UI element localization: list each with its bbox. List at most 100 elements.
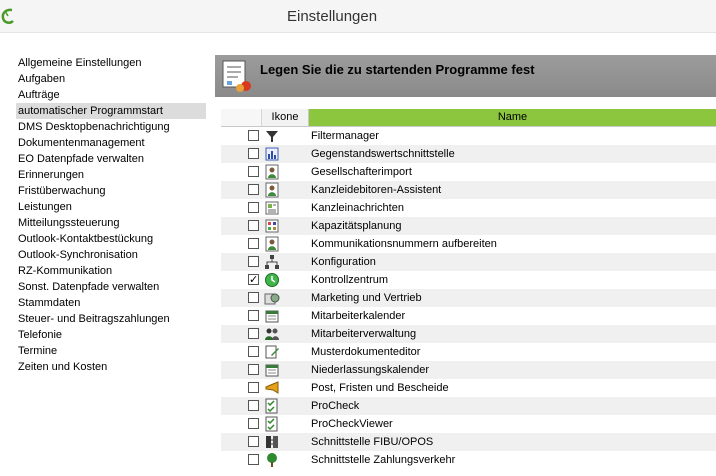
chart-icon bbox=[265, 147, 279, 161]
section-title: Legen Sie die zu startenden Programme fe… bbox=[260, 62, 535, 77]
table-row[interactable]: Mitarbeiterverwaltung bbox=[221, 325, 716, 343]
program-name: Kapazitätsplanung bbox=[311, 220, 402, 232]
autostart-checkbox[interactable] bbox=[248, 382, 259, 393]
people-icon bbox=[265, 328, 279, 340]
autostart-checkbox[interactable] bbox=[248, 364, 259, 375]
autostart-checkbox[interactable] bbox=[248, 436, 259, 447]
autostart-checkbox[interactable] bbox=[248, 310, 259, 321]
sidebar-item[interactable]: Termine bbox=[16, 343, 206, 359]
autostart-checkbox[interactable] bbox=[248, 292, 259, 303]
autostart-checkbox[interactable] bbox=[248, 220, 259, 231]
autostart-checkbox[interactable] bbox=[248, 346, 259, 357]
marketing-icon bbox=[264, 293, 280, 305]
sidebar-item[interactable]: Stammdaten bbox=[16, 295, 206, 311]
table-row[interactable]: Schnittstelle FIBU/OPOS bbox=[221, 433, 716, 451]
grid-body: Filtermanager Gegenstandswertschnittstell… bbox=[221, 127, 716, 469]
program-grid: Ikone Name Filtermanager Gegenstandswerts… bbox=[221, 109, 716, 469]
sidebar-item[interactable]: Aufgaben bbox=[16, 71, 206, 87]
checklist-icon bbox=[265, 398, 278, 414]
table-row[interactable]: Kanzleidebitoren-Assistent bbox=[221, 181, 716, 199]
table-row[interactable]: Niederlassungskalender bbox=[221, 361, 716, 379]
tree-icon bbox=[267, 453, 277, 467]
program-name: ProCheckViewer bbox=[311, 418, 393, 430]
autostart-checkbox[interactable] bbox=[248, 328, 259, 339]
table-row[interactable]: Kapazitätsplanung bbox=[221, 217, 716, 235]
funnel-icon bbox=[266, 131, 278, 142]
person-icon bbox=[265, 182, 279, 198]
table-row[interactable]: Post, Fristen und Bescheide bbox=[221, 379, 716, 397]
program-name: Musterdokumenteditor bbox=[311, 346, 421, 358]
sidebar-item[interactable]: Mitteilungssteuerung bbox=[16, 215, 206, 231]
table-row[interactable]: ProCheck bbox=[221, 397, 716, 415]
name-column-header[interactable]: Name bbox=[309, 109, 716, 126]
autostart-checkbox[interactable] bbox=[248, 130, 259, 141]
sidebar-item[interactable]: Dokumentenmanagement bbox=[16, 135, 206, 151]
program-name: Schnittstelle Zahlungsverkehr bbox=[311, 454, 456, 466]
person-icon bbox=[265, 164, 279, 180]
autostart-checkbox[interactable]: ✓ bbox=[248, 274, 259, 285]
news-icon bbox=[265, 201, 279, 215]
autostart-checkbox[interactable] bbox=[248, 418, 259, 429]
icon-column-header[interactable]: Ikone bbox=[262, 109, 309, 126]
table-row[interactable]: ProCheckViewer bbox=[221, 415, 716, 433]
table-row[interactable]: Schnittstelle Zahlungsverkehr bbox=[221, 451, 716, 469]
table-row[interactable]: Kanzleinachrichten bbox=[221, 199, 716, 217]
table-row[interactable]: Musterdokumenteditor bbox=[221, 343, 716, 361]
table-row[interactable]: Mitarbeiterkalender bbox=[221, 307, 716, 325]
sidebar-item[interactable]: Erinnerungen bbox=[16, 167, 206, 183]
table-row[interactable]: Marketing und Vertrieb bbox=[221, 289, 716, 307]
program-name: Filtermanager bbox=[311, 130, 379, 142]
sidebar-item[interactable]: Allgemeine Einstellungen bbox=[16, 55, 206, 71]
sidebar-item[interactable]: Sonst. Datenpfade verwalten bbox=[16, 279, 206, 295]
sidebar-item[interactable]: Outlook-Synchronisation bbox=[16, 247, 206, 263]
autostart-checkbox[interactable] bbox=[248, 256, 259, 267]
sidebar-item[interactable]: Zeiten und Kosten bbox=[16, 359, 206, 375]
program-name: Kanzleinachrichten bbox=[311, 202, 404, 214]
sidebar-item[interactable]: RZ-Kommunikation bbox=[16, 263, 206, 279]
autostart-checkbox[interactable] bbox=[248, 184, 259, 195]
table-row[interactable]: Filtermanager bbox=[221, 127, 716, 145]
autostart-checkbox[interactable] bbox=[248, 202, 259, 213]
program-name: Niederlassungskalender bbox=[311, 364, 430, 376]
section-header: Legen Sie die zu startenden Programme fe… bbox=[215, 55, 716, 97]
checkbox-column-header[interactable] bbox=[221, 109, 262, 126]
sidebar-item[interactable]: Fristüberwachung bbox=[16, 183, 206, 199]
autostart-checkbox[interactable] bbox=[248, 238, 259, 249]
title-bar: Einstellungen bbox=[0, 0, 716, 33]
program-name: Mitarbeiterverwaltung bbox=[311, 328, 417, 340]
sidebar-item[interactable]: Leistungen bbox=[16, 199, 206, 215]
program-name: Marketing und Vertrieb bbox=[311, 292, 422, 304]
calendar-icon bbox=[265, 310, 279, 323]
table-row[interactable]: Gesellschafterimport bbox=[221, 163, 716, 181]
sidebar-item[interactable]: EO Datenpfade verwalten bbox=[16, 151, 206, 167]
table-row[interactable]: Konfiguration bbox=[221, 253, 716, 271]
table-row[interactable]: Gegenstandswertschnittstelle bbox=[221, 145, 716, 163]
document-edit-icon bbox=[265, 345, 279, 359]
sidebar-item[interactable]: Aufträge bbox=[16, 87, 206, 103]
autostart-checkbox[interactable] bbox=[248, 400, 259, 411]
autostart-checkbox[interactable] bbox=[248, 166, 259, 177]
sidebar-item[interactable]: automatischer Programmstart bbox=[16, 103, 206, 119]
autostart-checkbox[interactable] bbox=[248, 148, 259, 159]
program-name: Konfiguration bbox=[311, 256, 376, 268]
person-icon bbox=[265, 236, 279, 252]
program-name: Gesellschafterimport bbox=[311, 166, 412, 178]
program-start-icon bbox=[222, 60, 251, 92]
table-row[interactable]: Kommunikationsnummern aufbereiten bbox=[221, 235, 716, 253]
autostart-checkbox[interactable] bbox=[248, 454, 259, 465]
table-row[interactable]: ✓ Kontrollzentrum bbox=[221, 271, 716, 289]
sidebar-item[interactable]: Outlook-Kontaktbestückung bbox=[16, 231, 206, 247]
sidebar-item[interactable]: Telefonie bbox=[16, 327, 206, 343]
horn-icon bbox=[265, 381, 279, 394]
sidebar-item[interactable]: Steuer- und Beitragszahlungen bbox=[16, 311, 206, 327]
sidebar-item[interactable]: DMS Desktopbenachrichtigung bbox=[16, 119, 206, 135]
network-icon bbox=[265, 255, 279, 269]
program-name: Kommunikationsnummern aufbereiten bbox=[311, 238, 497, 250]
program-name: Schnittstelle FIBU/OPOS bbox=[311, 436, 434, 448]
program-name: Kontrollzentrum bbox=[311, 274, 389, 286]
settings-category-list: Allgemeine Einstellungen Aufgaben Aufträge… bbox=[16, 55, 206, 375]
program-name: Kanzleidebitoren-Assistent bbox=[311, 184, 442, 196]
grid-plan-icon bbox=[265, 219, 279, 233]
program-name: Post, Fristen und Bescheide bbox=[311, 382, 449, 394]
interface-icon bbox=[266, 436, 278, 448]
